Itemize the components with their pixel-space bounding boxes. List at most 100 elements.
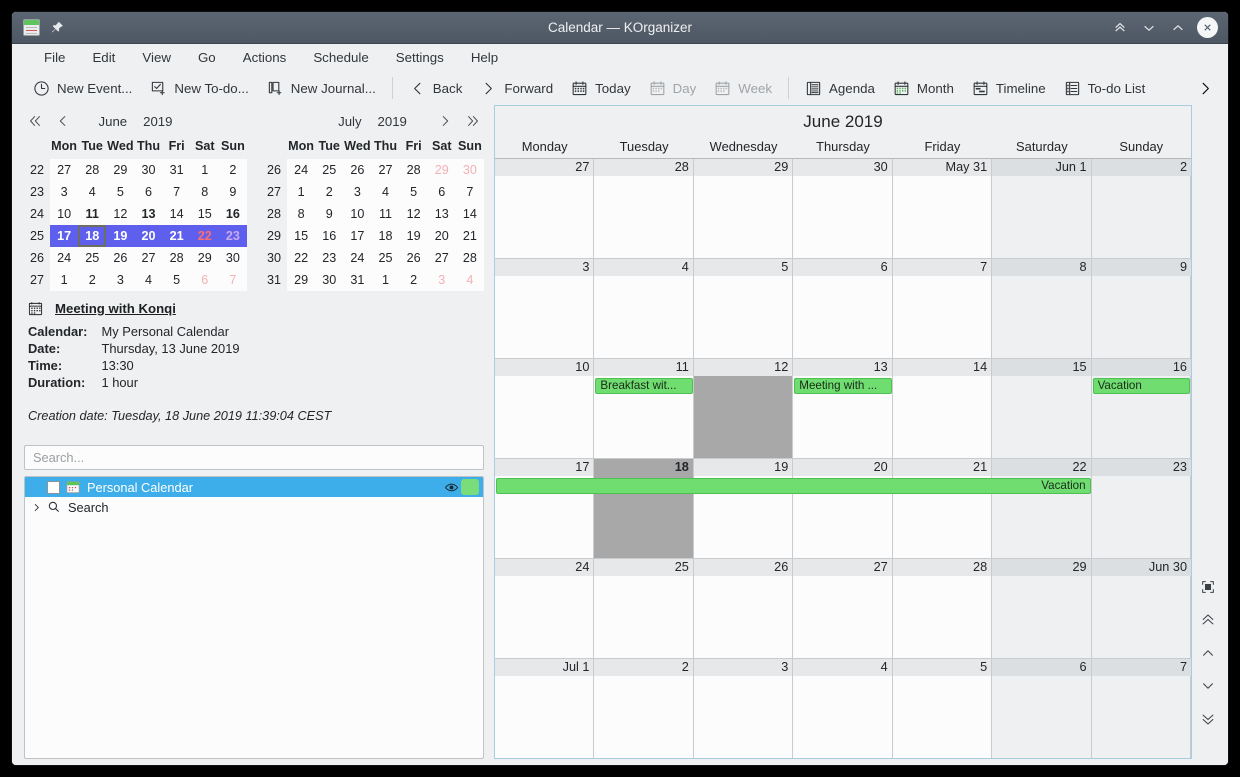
mini-calendar-day[interactable]: 25 (315, 159, 343, 181)
chevron-down-icon[interactable] (1197, 676, 1219, 696)
mini-calendar-day[interactable]: 7 (456, 181, 484, 203)
mini-calendar-day[interactable]: 22 (191, 225, 219, 247)
toolbar-month[interactable]: Month (884, 76, 963, 101)
month-view-day-cell[interactable] (594, 676, 693, 758)
month-view-day-number[interactable]: 29 (992, 559, 1091, 576)
double-chevron-down-icon[interactable] (1197, 709, 1219, 729)
mini-calendar-table[interactable]: MonTueWedThuFriSatSun2624252627282930271… (261, 133, 484, 291)
week-number[interactable]: 26 (24, 247, 50, 269)
toolbar-new-event[interactable]: New Event... (24, 76, 141, 101)
month-view-day-cell[interactable] (893, 376, 992, 458)
toolbar-timeline[interactable]: Timeline (963, 76, 1055, 101)
toolbar-to-do-list[interactable]: To-do List (1055, 76, 1155, 101)
menu-settings[interactable]: Settings (384, 47, 456, 68)
week-number[interactable]: 28 (261, 203, 287, 225)
mini-calendar-day[interactable]: 27 (50, 159, 78, 181)
mini-calendar-day[interactable]: 12 (106, 203, 134, 225)
mini-calendar-day[interactable]: 25 (78, 247, 106, 269)
month-view-day-cell[interactable] (594, 176, 693, 258)
month-view-day-number[interactable]: 27 (793, 559, 892, 576)
mini-calendar-day[interactable]: 4 (456, 269, 484, 291)
tree-item-search[interactable]: Search (25, 497, 483, 517)
month-view-day-cell[interactable] (793, 276, 892, 358)
mini-calendar-day[interactable]: 3 (428, 269, 456, 291)
double-chevron-right-icon[interactable] (464, 112, 482, 130)
mini-calendar-day[interactable]: 4 (371, 181, 399, 203)
month-view-day-cell[interactable] (893, 176, 992, 258)
mini-calendar-day[interactable]: 8 (287, 203, 315, 225)
double-chevron-left-icon[interactable] (26, 112, 44, 130)
month-view-day-cell[interactable] (495, 176, 594, 258)
month-view-day-number[interactable]: 15 (992, 359, 1091, 376)
mini-calendar-day[interactable]: 9 (219, 181, 247, 203)
month-view-day-cell[interactable] (992, 676, 1091, 758)
mini-calendar-day[interactable]: 21 (163, 225, 191, 247)
mini-calendar-day[interactable]: 2 (78, 269, 106, 291)
month-view-day-cell[interactable] (1092, 576, 1191, 658)
month-view-day-number[interactable]: 8 (992, 259, 1091, 276)
week-number[interactable]: 29 (261, 225, 287, 247)
mini-calendar-day[interactable]: 5 (400, 181, 428, 203)
month-view-day-number[interactable]: 4 (793, 659, 892, 676)
mini-calendar-day[interactable]: 28 (78, 159, 106, 181)
week-number[interactable]: 25 (24, 225, 50, 247)
keep-above-icon[interactable] (1110, 18, 1130, 38)
mini-calendar-day[interactable]: 13 (134, 203, 162, 225)
mini-calendar-day[interactable]: 5 (163, 269, 191, 291)
minimize-icon[interactable] (1139, 18, 1159, 38)
month-view-day-number[interactable]: 27 (495, 159, 594, 176)
mini-calendar-day[interactable]: 3 (50, 181, 78, 203)
mini-calendar-day[interactable]: 11 (78, 203, 106, 225)
mini-calendar-day[interactable]: 16 (315, 225, 343, 247)
tree-item-personal-calendar[interactable]: Personal Calendar (25, 477, 483, 497)
mini-calendar-day[interactable]: 26 (400, 247, 428, 269)
month-view-day-number[interactable]: 24 (495, 559, 594, 576)
month-view-day-cell[interactable] (992, 176, 1091, 258)
month-view-day-number[interactable]: 22 (992, 459, 1091, 476)
mini-calendar-day[interactable]: 1 (287, 181, 315, 203)
mini-calendar-month[interactable]: July (338, 114, 361, 129)
month-view-day-cell[interactable] (893, 276, 992, 358)
mini-calendar-day[interactable]: 21 (456, 225, 484, 247)
mini-calendar-day[interactable]: 5 (106, 181, 134, 203)
month-view-day-cell[interactable] (694, 176, 793, 258)
mini-calendar-day[interactable]: 24 (343, 247, 371, 269)
month-view-day-number[interactable]: 16 (1092, 359, 1191, 376)
mini-calendar-day[interactable]: 13 (428, 203, 456, 225)
month-view-day-cell[interactable] (1092, 276, 1191, 358)
month-view-day-number[interactable]: 7 (1092, 659, 1191, 676)
calendar-tree[interactable]: Personal CalendarSearch (24, 476, 484, 759)
menu-schedule[interactable]: Schedule (301, 47, 380, 68)
month-view-day-number[interactable]: 28 (893, 559, 992, 576)
mini-calendar-day[interactable]: 18 (78, 225, 106, 247)
month-view-day-number[interactable]: 11 (594, 359, 693, 376)
week-number[interactable]: 23 (24, 181, 50, 203)
mini-calendar-day[interactable]: 7 (219, 269, 247, 291)
mini-calendar-day[interactable]: 31 (343, 269, 371, 291)
mini-calendar-day[interactable]: 18 (371, 225, 399, 247)
month-view-day-number[interactable]: 3 (694, 659, 793, 676)
month-view-day-cell[interactable] (893, 576, 992, 658)
week-number[interactable]: 22 (24, 159, 50, 181)
month-view-day-number[interactable]: 6 (992, 659, 1091, 676)
month-view-day-number[interactable]: Jun 1 (992, 159, 1091, 176)
chevron-up-icon[interactable] (1197, 643, 1219, 663)
month-view-day-number[interactable]: 30 (793, 159, 892, 176)
toolbar-new-journal[interactable]: New Journal... (258, 76, 385, 101)
week-number[interactable]: 24 (24, 203, 50, 225)
toolbar-overflow-button[interactable] (1189, 76, 1222, 101)
tree-item-checkbox[interactable] (47, 481, 60, 494)
mini-calendar-day[interactable]: 27 (134, 247, 162, 269)
month-view-day-number[interactable]: Jul 1 (495, 659, 594, 676)
month-view-day-cell[interactable] (694, 276, 793, 358)
month-view-day-number[interactable]: 23 (1092, 459, 1191, 476)
month-view-day-number[interactable]: 7 (893, 259, 992, 276)
mini-calendar-day[interactable]: 15 (287, 225, 315, 247)
month-view-day-number[interactable]: 29 (694, 159, 793, 176)
toolbar-today[interactable]: Today (562, 76, 639, 101)
month-view-day-number[interactable]: 19 (694, 459, 793, 476)
chevron-left-icon[interactable] (54, 112, 72, 130)
month-view-day-cell[interactable] (992, 376, 1091, 458)
mini-calendar-day[interactable]: 30 (219, 247, 247, 269)
mini-calendar-day[interactable]: 10 (343, 203, 371, 225)
